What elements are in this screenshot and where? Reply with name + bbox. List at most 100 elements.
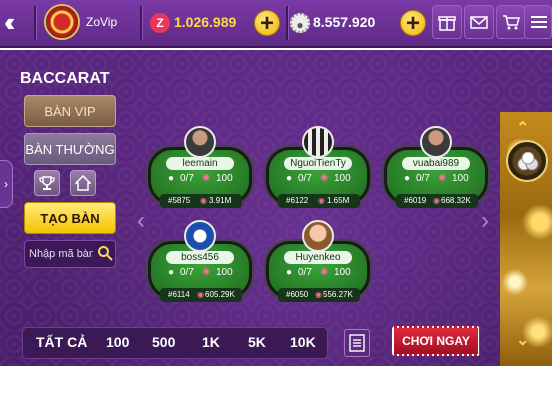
table-card[interactable]: boss456 ● 0/7 ✺ 100 #6114 ◉ 605.29K [148,220,252,320]
money-bag-icon: ◉ [315,290,322,299]
table-stats: ● 0/7 ✺ 100 [274,173,362,186]
play-now-label: CHƠI NGAY [394,328,478,354]
divider [286,6,288,40]
table-id: #6122 [286,196,309,205]
filter-1k[interactable]: 1K [202,334,220,350]
table-footer: #5875 ◉ 3.91M [160,194,242,208]
vip-tables-button[interactable]: BÀN VIP [24,95,116,127]
table-pot: 1.65M [327,196,350,205]
user-icon: ● [286,173,293,184]
gold-coin-icon: Z [150,13,170,33]
filter-100[interactable]: 100 [106,334,129,350]
player-count: 0/7 [180,173,194,184]
table-list-button[interactable] [344,329,370,357]
leaderboard-button[interactable] [34,170,60,196]
chevron-up-icon[interactable]: ⌃ [516,118,529,138]
player-count: 0/7 [298,173,312,184]
avatar [302,220,334,252]
table-footer: #6050 ◉ 556.27K [278,288,360,302]
table-footer: #6019 ◉ 668.32K [396,194,478,208]
mail-button[interactable] [464,5,494,39]
filter-10k[interactable]: 10K [290,334,316,350]
chip-icon: ✺ [320,173,329,184]
table-owner: boss456 [166,251,234,264]
normal-tables-button[interactable]: BÀN THƯỜNG [24,133,116,165]
chips-button[interactable] [506,140,548,182]
user-icon: ● [168,267,175,278]
table-id: #6019 [404,196,427,205]
chevron-down-icon[interactable]: ⌄ [516,330,529,350]
top-bar: ‹‹ ZoVip Z 1.026.989 + ● 8.557.920 + [0,0,552,48]
table-stats: ● 0/7 ✺ 100 [156,267,244,280]
home-button[interactable] [70,170,96,196]
table-stats: ● 0/7 ✺ 100 [274,267,362,280]
table-footer: #6122 ◉ 1.65M [278,194,360,208]
chip-icon: ✺ [202,267,211,278]
avatar[interactable] [44,4,80,40]
avatar [184,126,216,158]
silver-amount: 8.557.920 [313,14,376,30]
table-pot: 668.32K [441,196,471,205]
filter-500[interactable]: 500 [152,334,175,350]
gift-icon [438,16,456,31]
table-owner: Huyenkeo [284,251,352,264]
player-count: 0/7 [298,267,312,278]
gold-amount: 1.026.989 [174,14,237,30]
table-id: #5875 [168,196,191,205]
silver-coin-icon: ● [290,13,310,33]
side-panel-toggle[interactable]: › [0,160,13,208]
chips-icon [517,152,539,171]
trophy-icon [39,176,55,190]
table-bet: 100 [216,267,233,278]
table-stats: ● 0/7 ✺ 100 [392,173,480,186]
menu-button[interactable] [524,5,552,39]
back-icon[interactable]: ‹‹ [4,9,28,35]
table-card[interactable]: leemain ● 0/7 ✺ 100 #5875 ◉ 3.91M [148,126,252,226]
avatar [420,126,452,158]
table-stats: ● 0/7 ✺ 100 [156,173,244,186]
filter-all[interactable]: TẤT CẢ [36,334,87,350]
username: ZoVip [86,15,118,29]
gift-button[interactable] [432,5,462,39]
search-icon[interactable] [97,245,113,261]
table-card[interactable]: Huyenkeo ● 0/7 ✺ 100 #6050 ◉ 556.27K [266,220,370,320]
shop-button[interactable] [496,5,526,39]
table-bet: 100 [334,267,351,278]
money-bag-icon: ◉ [433,196,440,205]
table-bet: 100 [452,173,469,184]
mail-icon [470,16,488,29]
money-bag-icon: ◉ [197,290,204,299]
divider [34,6,36,40]
divider [140,6,142,40]
avatar [302,126,334,158]
add-silver-button[interactable]: + [400,10,426,37]
page-title: BACCARAT [20,70,110,87]
user-icon: ● [404,173,411,184]
add-gold-button[interactable]: + [254,10,280,37]
shop-cart-icon [503,15,520,30]
menu-icon [531,16,547,28]
table-id: #6050 [286,290,309,299]
table-id: #6114 [168,290,190,299]
filter-5k[interactable]: 5K [248,334,266,350]
money-bag-icon: ◉ [318,196,325,205]
play-now-button[interactable]: CHƠI NGAY [392,326,480,356]
player-count: 0/7 [180,267,194,278]
user-icon: ● [286,267,293,278]
create-table-button[interactable]: TẠO BÀN [24,202,116,234]
chip-icon: ✺ [438,173,447,184]
table-owner: leemain [166,157,234,170]
table-card[interactable]: NguoiTienTy ● 0/7 ✺ 100 #6122 ◉ 1.65M [266,126,370,226]
table-footer: #6114 ◉ 605.29K [160,288,242,302]
table-owner: vuabai989 [402,157,470,170]
player-count: 0/7 [416,173,430,184]
chip-icon: ✺ [202,173,211,184]
money-bag-icon: ◉ [200,196,207,205]
chevron-left-icon[interactable]: ‹ [137,207,145,235]
table-bet: 100 [216,173,233,184]
table-owner: NguoiTienTy [284,157,352,170]
table-pot: 3.91M [209,196,232,205]
home-icon [75,175,91,191]
table-bet: 100 [334,173,351,184]
table-card[interactable]: vuabai989 ● 0/7 ✺ 100 #6019 ◉ 668.32K [384,126,488,226]
